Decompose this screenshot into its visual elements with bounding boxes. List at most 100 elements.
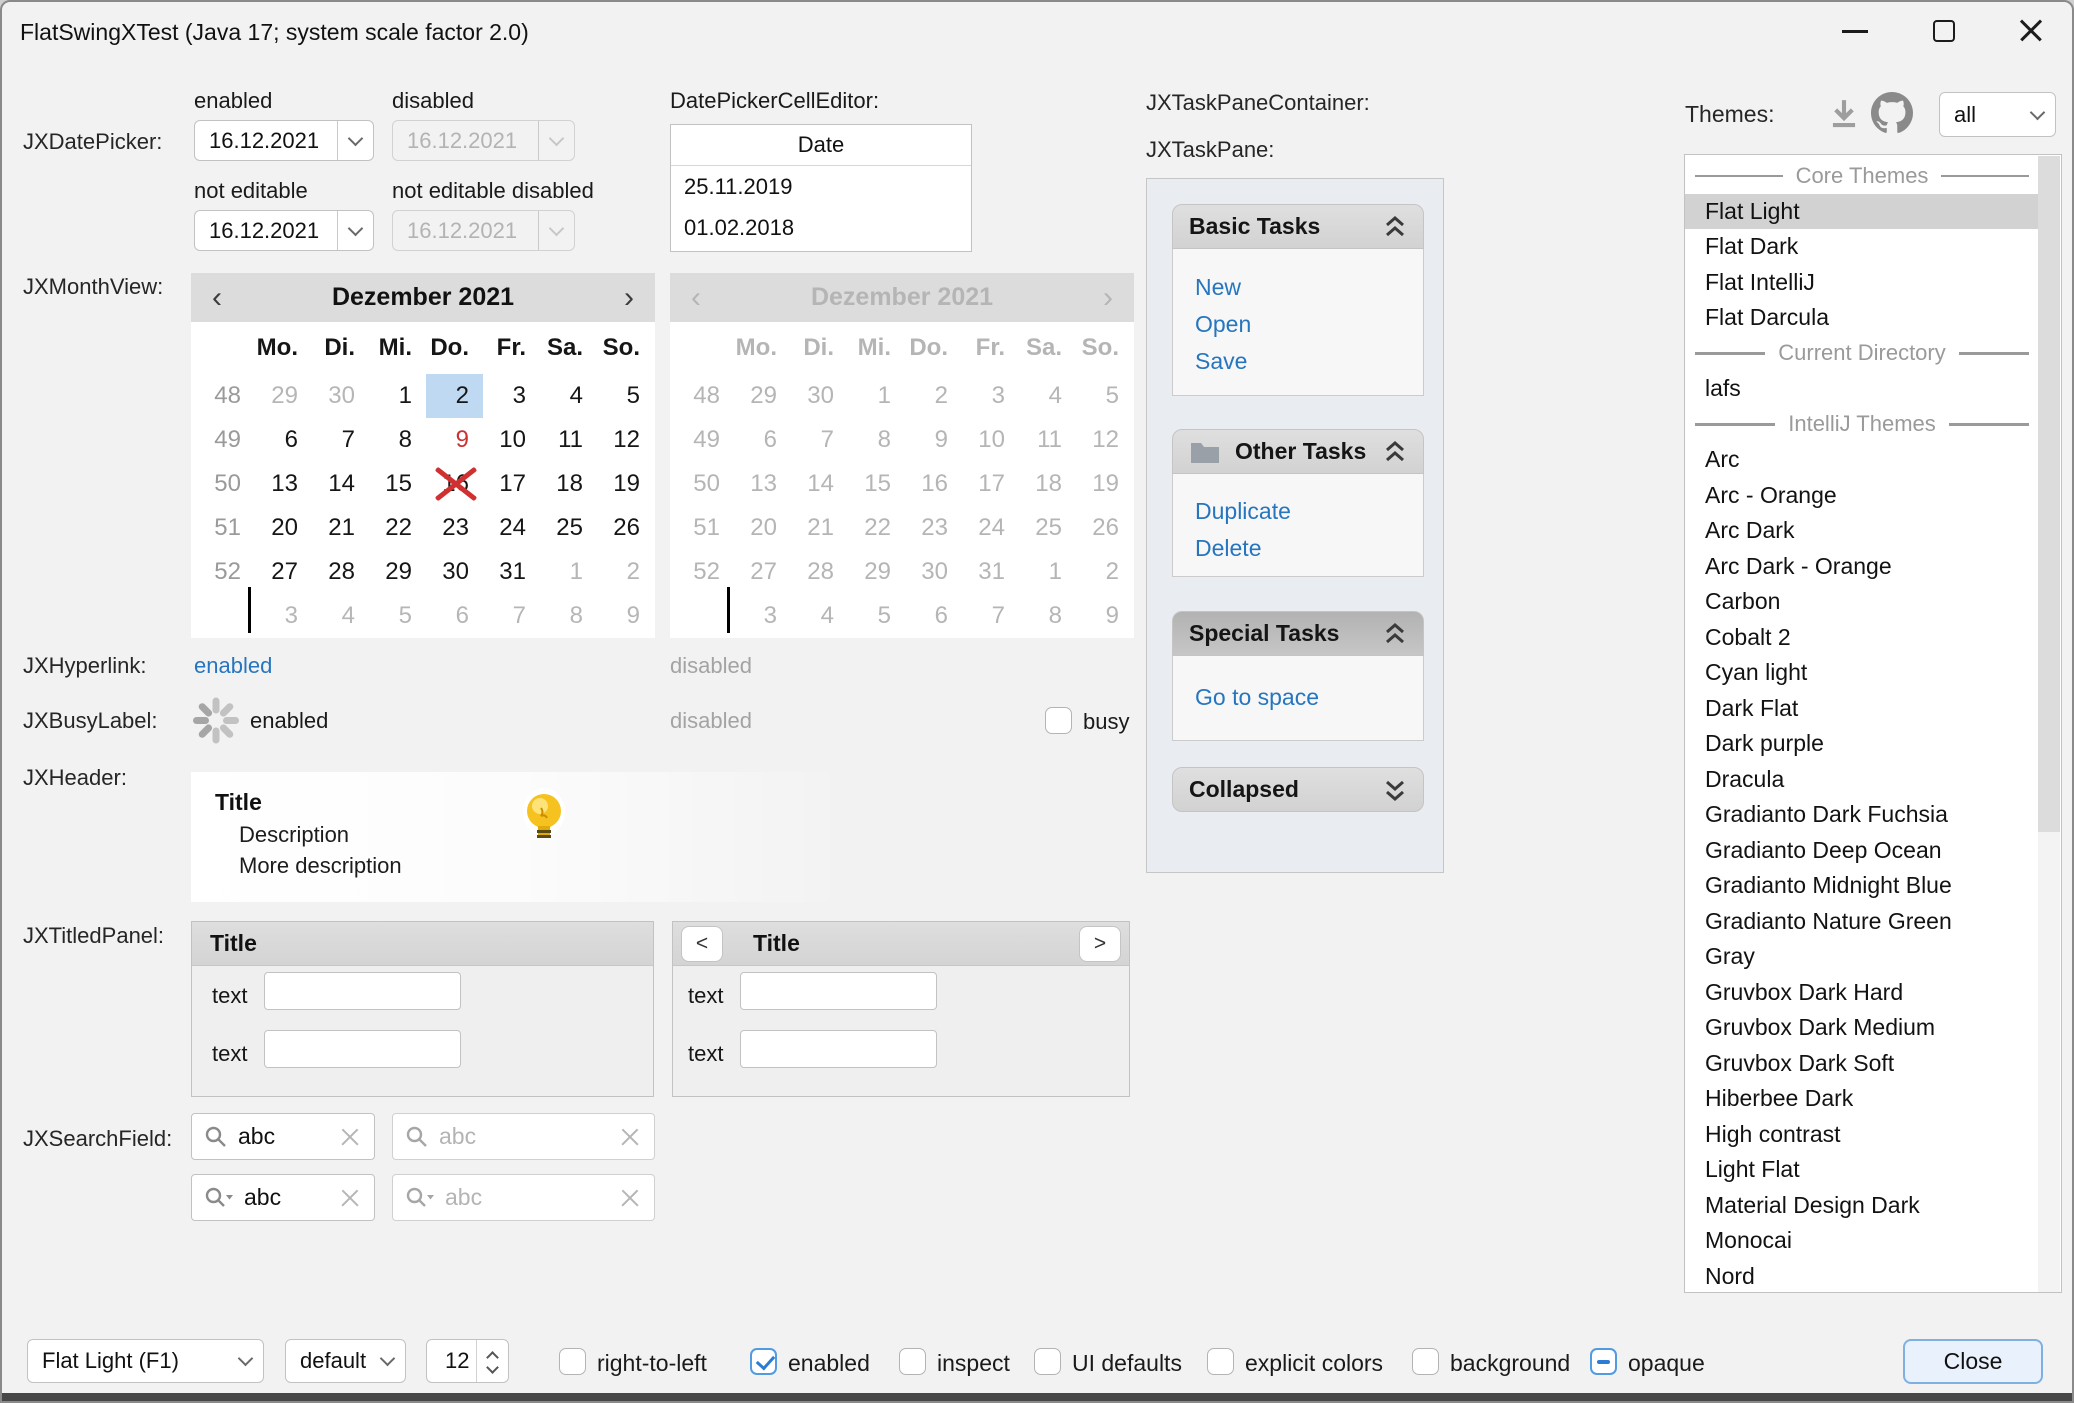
search-field-enabled[interactable]: abc — [191, 1113, 375, 1160]
theme-list-item[interactable]: Gradianto Dark Fuchsia — [1685, 797, 2039, 833]
theme-list-item[interactable]: lafs — [1685, 371, 2039, 407]
collapse-icon[interactable] — [1383, 439, 1407, 465]
theme-list-item[interactable]: Hiberbee Dark — [1685, 1081, 2039, 1117]
titled-panel-left-button[interactable]: < — [681, 926, 723, 962]
collapse-icon[interactable] — [1383, 621, 1407, 647]
theme-list-item[interactable]: Arc Dark — [1685, 513, 2039, 549]
font-size-spinner[interactable]: 12 — [426, 1339, 509, 1383]
calendar-day[interactable]: 7 — [483, 594, 540, 638]
text-field[interactable] — [740, 972, 937, 1010]
theme-list-item[interactable]: Gradianto Deep Ocean — [1685, 833, 2039, 869]
calendar-day[interactable]: 25 — [540, 506, 597, 550]
theme-list-item[interactable]: Flat Darcula — [1685, 300, 2039, 336]
minimize-button[interactable] — [1822, 2, 1888, 60]
search-menu-icon[interactable] — [204, 1186, 234, 1210]
calendar-day[interactable]: 4 — [312, 594, 369, 638]
calendar-day[interactable]: 20 — [255, 506, 312, 550]
calendar-day[interactable]: 6 — [426, 594, 483, 638]
taskpane-link-delete[interactable]: Delete — [1195, 530, 1423, 567]
theme-list-item[interactable]: Gray — [1685, 939, 2039, 975]
titled-panel-right-button[interactable]: > — [1079, 926, 1121, 962]
calendar-day[interactable]: 31 — [483, 550, 540, 594]
taskpane-header[interactable]: Other Tasks — [1172, 429, 1424, 474]
calendar-day[interactable]: 10 — [483, 418, 540, 462]
calendar-day[interactable]: 21 — [312, 506, 369, 550]
calendar-day[interactable]: 15 — [369, 462, 426, 506]
close-window-button[interactable] — [1998, 2, 2064, 60]
calendar-day[interactable]: 14 — [312, 462, 369, 506]
collapse-icon[interactable] — [1383, 214, 1407, 240]
theme-list-item[interactable]: Arc — [1685, 442, 2039, 478]
maximize-button[interactable] — [1911, 2, 1977, 60]
spinner-arrows[interactable] — [476, 1340, 508, 1382]
calendar-day[interactable]: 4 — [540, 374, 597, 418]
laf-combo[interactable]: Flat Light (F1) — [27, 1339, 264, 1383]
calendar-day[interactable]: 1 — [369, 374, 426, 418]
theme-list-item[interactable]: Dark purple — [1685, 726, 2039, 762]
font-combo[interactable]: default — [285, 1339, 406, 1383]
checkbox-enabled[interactable] — [750, 1348, 777, 1375]
taskpane-link-new[interactable]: New — [1195, 269, 1423, 306]
calendar-day[interactable]: 24 — [483, 506, 540, 550]
theme-list-item[interactable]: Monocai — [1685, 1223, 2039, 1259]
text-field[interactable] — [740, 1030, 937, 1068]
theme-list-item[interactable]: Light Flat — [1685, 1152, 2039, 1188]
taskpane-header[interactable]: Special Tasks — [1172, 611, 1424, 656]
taskpane-link-duplicate[interactable]: Duplicate — [1195, 493, 1423, 530]
checkbox-ui-defaults[interactable] — [1034, 1348, 1061, 1375]
calendar-day[interactable]: 8 — [369, 418, 426, 462]
table-row[interactable]: 01.02.2018 — [671, 207, 971, 248]
theme-list-item[interactable]: Arc Dark - Orange — [1685, 549, 2039, 585]
github-icon[interactable] — [1871, 92, 1913, 134]
calendar-day[interactable]: 30 — [426, 550, 483, 594]
calendar-day[interactable]: 12 — [597, 418, 654, 462]
calendar-day[interactable]: 1 — [540, 550, 597, 594]
taskpane-header[interactable]: Collapsed — [1172, 767, 1424, 812]
calendar-day[interactable]: 13 — [255, 462, 312, 506]
calendar-day[interactable]: 30 — [312, 374, 369, 418]
search-field-with-menu-enabled[interactable]: abc — [191, 1174, 375, 1221]
theme-list-item[interactable]: Carbon — [1685, 584, 2039, 620]
theme-list-item[interactable]: Cyan light — [1685, 655, 2039, 691]
text-field[interactable] — [264, 1030, 461, 1068]
calendar-day[interactable]: 7 — [312, 418, 369, 462]
calendar-day[interactable]: 3 — [483, 374, 540, 418]
checkbox-right-to-left[interactable] — [559, 1348, 586, 1375]
themes-filter-combo[interactable]: all — [1939, 92, 2056, 137]
theme-list-item[interactable]: Gradianto Midnight Blue — [1685, 868, 2039, 904]
taskpane-link-save[interactable]: Save — [1195, 343, 1423, 380]
checkbox-opaque[interactable] — [1590, 1348, 1617, 1375]
busy-checkbox[interactable] — [1045, 707, 1072, 734]
calendar-day[interactable]: 5 — [597, 374, 654, 418]
scrollbar-thumb[interactable] — [2038, 156, 2060, 832]
calendar-day[interactable]: 2 — [426, 374, 483, 418]
theme-list-item[interactable]: Gruvbox Dark Hard — [1685, 975, 2039, 1011]
calendar-day[interactable]: 11 — [540, 418, 597, 462]
theme-list-item[interactable]: High contrast — [1685, 1117, 2039, 1153]
chevron-down-icon[interactable] — [337, 211, 373, 250]
calendar-day[interactable]: 9 — [597, 594, 654, 638]
taskpane-link-open[interactable]: Open — [1195, 306, 1423, 343]
datepicker-enabled[interactable]: 16.12.2021 — [194, 120, 374, 161]
theme-list-item[interactable]: Gruvbox Dark Medium — [1685, 1010, 2039, 1046]
close-button[interactable]: Close — [1903, 1339, 2043, 1384]
checkbox-inspect[interactable] — [899, 1348, 926, 1375]
taskpane-link-go-to-space[interactable]: Go to space — [1195, 679, 1423, 716]
calendar-day[interactable]: 28 — [312, 550, 369, 594]
theme-list-item[interactable]: Material Design Dark — [1685, 1188, 2039, 1224]
next-month-button[interactable]: › — [603, 275, 655, 321]
calendar-day[interactable]: 5 — [369, 594, 426, 638]
table-row[interactable]: 25.11.2019 — [671, 166, 971, 207]
chevron-down-icon[interactable] — [337, 121, 373, 160]
calendar-day[interactable]: 26 — [597, 506, 654, 550]
calendar-day[interactable]: 8 — [540, 594, 597, 638]
theme-list-item[interactable]: Flat Light — [1685, 194, 2039, 230]
checkbox-background[interactable] — [1412, 1348, 1439, 1375]
prev-month-button[interactable]: ‹ — [191, 275, 243, 321]
calendar-day[interactable]: 27 — [255, 550, 312, 594]
download-icon[interactable] — [1826, 96, 1862, 132]
scrollbar-track[interactable] — [2038, 156, 2060, 1293]
calendar-day[interactable]: 3 — [255, 594, 312, 638]
calendar-day[interactable]: 23 — [426, 506, 483, 550]
calendar-day[interactable]: 19 — [597, 462, 654, 506]
